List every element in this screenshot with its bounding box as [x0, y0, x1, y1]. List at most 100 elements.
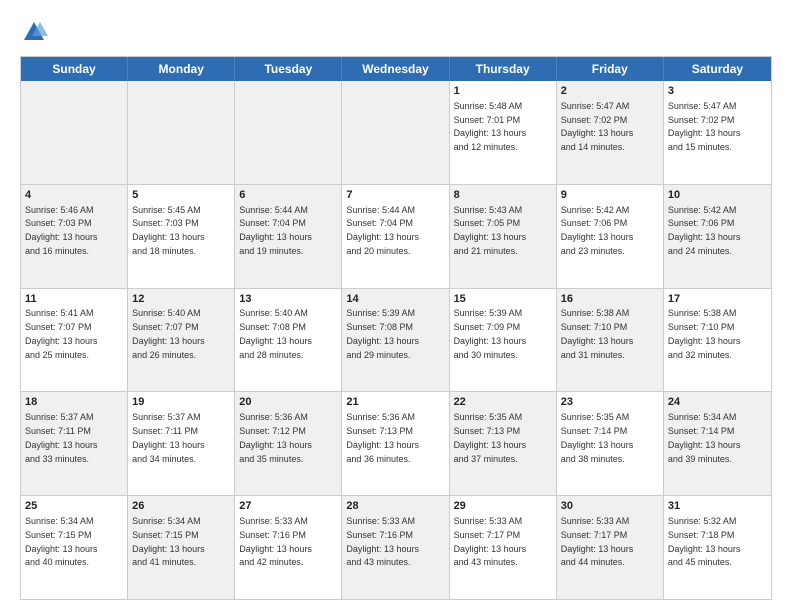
- day-number: 25: [25, 499, 123, 514]
- cal-cell-5: 5 Sunrise: 5:45 AM Sunset: 7:03 PM Daylig…: [128, 185, 235, 288]
- cal-row-4: 25 Sunrise: 5:34 AM Sunset: 7:15 PM Dayli…: [21, 496, 771, 599]
- cal-cell-20: 20 Sunrise: 5:36 AM Sunset: 7:12 PM Dayli…: [235, 392, 342, 495]
- cell-info: Sunrise: 5:48 AM Sunset: 7:01 PM Dayligh…: [454, 101, 527, 152]
- cal-header-sunday: Sunday: [21, 57, 128, 81]
- cal-cell-19: 19 Sunrise: 5:37 AM Sunset: 7:11 PM Dayli…: [128, 392, 235, 495]
- cal-cell-28: 28 Sunrise: 5:33 AM Sunset: 7:16 PM Dayli…: [342, 496, 449, 599]
- day-number: 10: [668, 188, 767, 203]
- cal-cell-30: 30 Sunrise: 5:33 AM Sunset: 7:17 PM Dayli…: [557, 496, 664, 599]
- cal-cell-7: 7 Sunrise: 5:44 AM Sunset: 7:04 PM Daylig…: [342, 185, 449, 288]
- day-number: 31: [668, 499, 767, 514]
- cell-info: Sunrise: 5:38 AM Sunset: 7:10 PM Dayligh…: [668, 308, 741, 359]
- cal-header-wednesday: Wednesday: [342, 57, 449, 81]
- cal-cell-31: 31 Sunrise: 5:32 AM Sunset: 7:18 PM Dayli…: [664, 496, 771, 599]
- day-number: 11: [25, 292, 123, 307]
- cell-info: Sunrise: 5:37 AM Sunset: 7:11 PM Dayligh…: [132, 412, 205, 463]
- calendar-body: 1 Sunrise: 5:48 AM Sunset: 7:01 PM Daylig…: [21, 81, 771, 599]
- day-number: 17: [668, 292, 767, 307]
- calendar-header-row: SundayMondayTuesdayWednesdayThursdayFrid…: [21, 57, 771, 81]
- cell-info: Sunrise: 5:35 AM Sunset: 7:14 PM Dayligh…: [561, 412, 634, 463]
- calendar: SundayMondayTuesdayWednesdayThursdayFrid…: [20, 56, 772, 600]
- cal-row-0: 1 Sunrise: 5:48 AM Sunset: 7:01 PM Daylig…: [21, 81, 771, 185]
- cell-info: Sunrise: 5:39 AM Sunset: 7:09 PM Dayligh…: [454, 308, 527, 359]
- cal-cell-12: 12Sunrise: 5:40 AM Sunset: 7:07 PM Dayli…: [128, 289, 235, 392]
- cal-header-friday: Friday: [557, 57, 664, 81]
- cell-info: Sunrise: 5:46 AM Sunset: 7:03 PM Dayligh…: [25, 205, 98, 256]
- cell-info: Sunrise: 5:33 AM Sunset: 7:16 PM Dayligh…: [239, 516, 312, 567]
- cal-cell-empty-0-3: [342, 81, 449, 184]
- cal-cell-13: 13Sunrise: 5:40 AM Sunset: 7:08 PM Dayli…: [235, 289, 342, 392]
- day-number: 19: [132, 395, 230, 410]
- day-number: 22: [454, 395, 552, 410]
- cal-cell-15: 15Sunrise: 5:39 AM Sunset: 7:09 PM Dayli…: [450, 289, 557, 392]
- cell-info: Sunrise: 5:39 AM Sunset: 7:08 PM Dayligh…: [346, 308, 419, 359]
- cal-cell-empty-0-0: [21, 81, 128, 184]
- cal-cell-25: 25 Sunrise: 5:34 AM Sunset: 7:15 PM Dayli…: [21, 496, 128, 599]
- cal-cell-1: 1 Sunrise: 5:48 AM Sunset: 7:01 PM Daylig…: [450, 81, 557, 184]
- day-number: 1: [454, 84, 552, 99]
- cell-info: Sunrise: 5:34 AM Sunset: 7:14 PM Dayligh…: [668, 412, 741, 463]
- cell-info: Sunrise: 5:43 AM Sunset: 7:05 PM Dayligh…: [454, 205, 527, 256]
- day-number: 24: [668, 395, 767, 410]
- cal-cell-27: 27 Sunrise: 5:33 AM Sunset: 7:16 PM Dayli…: [235, 496, 342, 599]
- cal-header-thursday: Thursday: [450, 57, 557, 81]
- page: SundayMondayTuesdayWednesdayThursdayFrid…: [0, 0, 792, 612]
- cal-cell-21: 21 Sunrise: 5:36 AM Sunset: 7:13 PM Dayli…: [342, 392, 449, 495]
- cell-info: Sunrise: 5:34 AM Sunset: 7:15 PM Dayligh…: [25, 516, 98, 567]
- header: [20, 18, 772, 46]
- day-number: 2: [561, 84, 659, 99]
- cal-cell-11: 11Sunrise: 5:41 AM Sunset: 7:07 PM Dayli…: [21, 289, 128, 392]
- cal-cell-22: 22Sunrise: 5:35 AM Sunset: 7:13 PM Dayli…: [450, 392, 557, 495]
- cell-info: Sunrise: 5:40 AM Sunset: 7:07 PM Dayligh…: [132, 308, 205, 359]
- day-number: 27: [239, 499, 337, 514]
- day-number: 21: [346, 395, 444, 410]
- day-number: 7: [346, 188, 444, 203]
- day-number: 15: [454, 292, 552, 307]
- day-number: 5: [132, 188, 230, 203]
- cell-info: Sunrise: 5:33 AM Sunset: 7:16 PM Dayligh…: [346, 516, 419, 567]
- cell-info: Sunrise: 5:38 AM Sunset: 7:10 PM Dayligh…: [561, 308, 634, 359]
- cal-cell-14: 14Sunrise: 5:39 AM Sunset: 7:08 PM Dayli…: [342, 289, 449, 392]
- day-number: 29: [454, 499, 552, 514]
- cell-info: Sunrise: 5:36 AM Sunset: 7:12 PM Dayligh…: [239, 412, 312, 463]
- day-number: 18: [25, 395, 123, 410]
- day-number: 30: [561, 499, 659, 514]
- cal-cell-10: 10Sunrise: 5:42 AM Sunset: 7:06 PM Dayli…: [664, 185, 771, 288]
- cell-info: Sunrise: 5:42 AM Sunset: 7:06 PM Dayligh…: [561, 205, 634, 256]
- day-number: 4: [25, 188, 123, 203]
- day-number: 28: [346, 499, 444, 514]
- cal-header-saturday: Saturday: [664, 57, 771, 81]
- cal-row-3: 18 Sunrise: 5:37 AM Sunset: 7:11 PM Dayli…: [21, 392, 771, 496]
- cal-row-1: 4 Sunrise: 5:46 AM Sunset: 7:03 PM Daylig…: [21, 185, 771, 289]
- cal-cell-4: 4 Sunrise: 5:46 AM Sunset: 7:03 PM Daylig…: [21, 185, 128, 288]
- cal-cell-8: 8 Sunrise: 5:43 AM Sunset: 7:05 PM Daylig…: [450, 185, 557, 288]
- day-number: 26: [132, 499, 230, 514]
- day-number: 16: [561, 292, 659, 307]
- cal-cell-18: 18 Sunrise: 5:37 AM Sunset: 7:11 PM Dayli…: [21, 392, 128, 495]
- cal-cell-empty-0-2: [235, 81, 342, 184]
- cal-cell-23: 23Sunrise: 5:35 AM Sunset: 7:14 PM Dayli…: [557, 392, 664, 495]
- cal-cell-29: 29Sunrise: 5:33 AM Sunset: 7:17 PM Dayli…: [450, 496, 557, 599]
- cell-info: Sunrise: 5:47 AM Sunset: 7:02 PM Dayligh…: [561, 101, 634, 152]
- day-number: 20: [239, 395, 337, 410]
- cell-info: Sunrise: 5:40 AM Sunset: 7:08 PM Dayligh…: [239, 308, 312, 359]
- cell-info: Sunrise: 5:45 AM Sunset: 7:03 PM Dayligh…: [132, 205, 205, 256]
- day-number: 13: [239, 292, 337, 307]
- day-number: 6: [239, 188, 337, 203]
- cal-cell-9: 9 Sunrise: 5:42 AM Sunset: 7:06 PM Daylig…: [557, 185, 664, 288]
- cal-cell-16: 16Sunrise: 5:38 AM Sunset: 7:10 PM Dayli…: [557, 289, 664, 392]
- day-number: 9: [561, 188, 659, 203]
- cell-info: Sunrise: 5:33 AM Sunset: 7:17 PM Dayligh…: [561, 516, 634, 567]
- logo-icon: [20, 18, 48, 46]
- day-number: 8: [454, 188, 552, 203]
- logo: [20, 18, 52, 46]
- cal-cell-2: 2 Sunrise: 5:47 AM Sunset: 7:02 PM Daylig…: [557, 81, 664, 184]
- cell-info: Sunrise: 5:32 AM Sunset: 7:18 PM Dayligh…: [668, 516, 741, 567]
- cell-info: Sunrise: 5:44 AM Sunset: 7:04 PM Dayligh…: [346, 205, 419, 256]
- cal-cell-24: 24 Sunrise: 5:34 AM Sunset: 7:14 PM Dayli…: [664, 392, 771, 495]
- cell-info: Sunrise: 5:37 AM Sunset: 7:11 PM Dayligh…: [25, 412, 98, 463]
- cal-cell-17: 17Sunrise: 5:38 AM Sunset: 7:10 PM Dayli…: [664, 289, 771, 392]
- cal-cell-empty-0-1: [128, 81, 235, 184]
- day-number: 3: [668, 84, 767, 99]
- cell-info: Sunrise: 5:36 AM Sunset: 7:13 PM Dayligh…: [346, 412, 419, 463]
